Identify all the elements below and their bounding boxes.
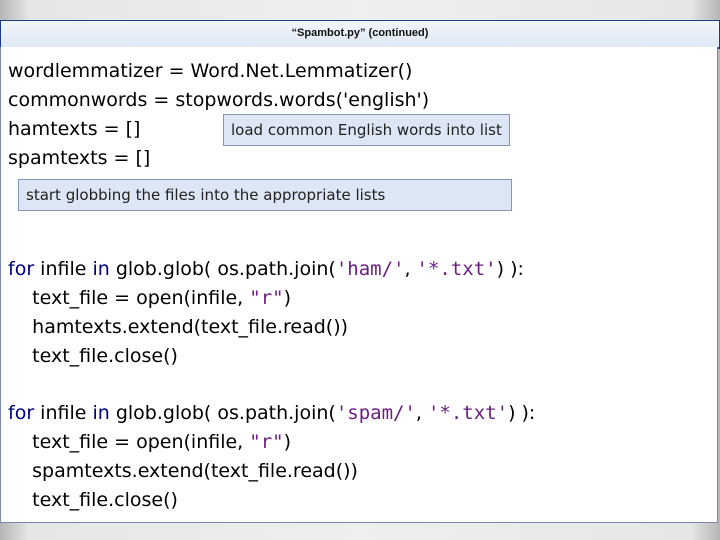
- code-text: ) ):: [508, 402, 536, 424]
- code-text: glob.glob( os.path.join(: [109, 258, 336, 280]
- code-line-ham-for: for infile in glob.glob( os.path.join('h…: [8, 255, 524, 284]
- code-ham-block: for infile in glob.glob( os.path.join('h…: [8, 255, 524, 371]
- code-line-spam-for: for infile in glob.glob( os.path.join('s…: [8, 399, 535, 428]
- string-literal: 'ham/': [335, 258, 405, 280]
- code-text: glob.glob( os.path.join(: [109, 402, 336, 424]
- code-line-ham-close: text_file.close(): [8, 345, 178, 367]
- code-line-spamtexts: spamtexts = []: [8, 147, 151, 169]
- code-text: ,: [415, 402, 428, 424]
- string-literal: "r": [249, 431, 284, 453]
- code-spam-block: for infile in glob.glob( os.path.join('s…: [8, 399, 535, 515]
- code-text: infile: [34, 402, 93, 424]
- code-line-lemmatizer: wordlemmatizer = Word.Net.Lemmatizer(): [8, 60, 413, 82]
- string-literal: 'spam/': [335, 402, 416, 424]
- code-line-commonwords: commonwords = stopwords.words('english'): [8, 89, 430, 111]
- code-text: ) ):: [496, 258, 524, 280]
- code-text: ): [283, 431, 292, 453]
- string-literal: "r": [249, 287, 284, 309]
- code-line-spam-extend: spamtexts.extend(text_file.read()): [8, 460, 358, 482]
- slide-title-bar: “Spambot.py” (continued): [0, 20, 720, 49]
- slide-body: wordlemmatizer = Word.Net.Lemmatizer() co…: [0, 47, 718, 523]
- code-line-ham-extend: hamtexts.extend(text_file.read()): [8, 316, 349, 338]
- keyword-for: for: [8, 258, 35, 280]
- code-line-ham-open: text_file = open(infile, "r"): [8, 284, 524, 313]
- code-text: ): [283, 287, 292, 309]
- callout-globbing: start globbing the files into the approp…: [18, 179, 512, 211]
- slide-title: “Spambot.py” (continued): [291, 27, 429, 39]
- code-line-spam-close: text_file.close(): [8, 489, 178, 511]
- keyword-in: in: [92, 402, 110, 424]
- callout-common-words: load common English words into list: [223, 114, 510, 146]
- code-text: text_file = open(infile,: [8, 431, 250, 453]
- code-text: infile: [34, 258, 93, 280]
- string-literal: '*.txt': [427, 402, 509, 424]
- string-literal: '*.txt': [416, 258, 497, 280]
- keyword-for: for: [8, 402, 35, 424]
- code-text: text_file = open(infile,: [8, 287, 250, 309]
- code-line-spam-open: text_file = open(infile, "r"): [8, 428, 535, 457]
- code-text: ,: [404, 258, 417, 280]
- keyword-in: in: [92, 258, 110, 280]
